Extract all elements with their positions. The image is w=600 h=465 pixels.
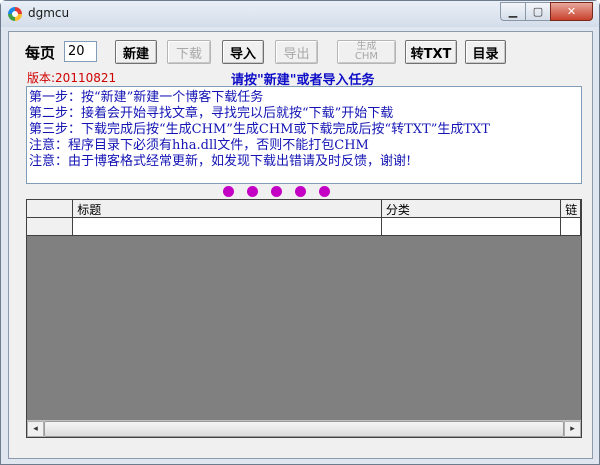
scroll-thumb[interactable] <box>44 421 564 437</box>
version-label: 版本:20110821 <box>27 71 117 85</box>
progress-dot <box>223 186 234 197</box>
instructions-textbox[interactable]: 第一步：按“新建”新建一个博客下载任务 第二步：接着会开始寻找文章，寻找完以后就… <box>26 86 582 184</box>
scroll-left-button[interactable]: ◂ <box>27 421 44 437</box>
minimize-button[interactable]: ▁ <box>500 2 526 21</box>
catalog-button[interactable]: 目录 <box>465 40 506 64</box>
category-cell[interactable] <box>381 218 562 236</box>
progress-dot <box>247 186 258 197</box>
column-header-category[interactable]: 分类 <box>381 200 562 218</box>
table-row[interactable] <box>27 218 581 236</box>
scroll-right-button[interactable]: ▸ <box>564 421 581 437</box>
progress-dot <box>295 186 306 197</box>
row-header-cell[interactable] <box>27 218 74 236</box>
window-title: dgmcu <box>28 6 70 20</box>
title-cell[interactable] <box>73 218 382 236</box>
per-page-input[interactable] <box>64 41 97 62</box>
download-button[interactable]: 下载 <box>167 40 211 64</box>
generate-chm-line2: CHM <box>354 51 379 62</box>
window-controls: ▁ ▢ ✕ <box>500 2 593 21</box>
instruction-line: 第三步：下载完成后按“生成CHM”生成CHM或下载完成后按“转TXT”生成TXT <box>29 122 490 137</box>
title-bar[interactable]: dgmcu ▁ ▢ ✕ <box>1 1 599 27</box>
generate-chm-button[interactable]: 生成 CHM <box>337 40 396 64</box>
progress-dot <box>271 186 282 197</box>
close-button[interactable]: ✕ <box>550 2 593 21</box>
column-header-link[interactable]: 链 <box>561 200 581 218</box>
link-cell[interactable] <box>561 218 581 236</box>
horizontal-scrollbar[interactable]: ◂ ▸ <box>27 420 581 437</box>
instruction-line: 注意：程序目录下必须有hha.dll文件，否则不能打包CHM <box>29 138 369 153</box>
grid-header: 标题 分类 链 <box>27 200 581 218</box>
column-header-title[interactable]: 标题 <box>73 200 382 218</box>
progress-dot <box>319 186 330 197</box>
import-button[interactable]: 导入 <box>222 40 264 64</box>
new-button[interactable]: 新建 <box>115 40 157 64</box>
to-txt-button[interactable]: 转TXT <box>405 40 457 64</box>
instruction-line: 第二步：接着会开始寻找文章，寻找完以后就按“下载”开始下载 <box>29 106 394 121</box>
progress-dots <box>223 186 343 197</box>
app-window: dgmcu ▁ ▢ ✕ 每页 新建 下载 导入 导出 生成 CHM 转TXT 目… <box>0 0 600 465</box>
client-area: 每页 新建 下载 导入 导出 生成 CHM 转TXT 目录 版本:2011082… <box>8 31 593 459</box>
maximize-button[interactable]: ▢ <box>525 2 551 21</box>
per-page-label: 每页 <box>25 44 56 62</box>
grid-corner-cell[interactable] <box>27 200 74 218</box>
app-icon <box>8 7 22 21</box>
instruction-line: 注意：由于博客格式经常更新，如发现下载出错请及时反馈，谢谢! <box>29 154 412 169</box>
task-grid[interactable]: 标题 分类 链 ◂ ▸ <box>26 199 582 438</box>
export-button[interactable]: 导出 <box>275 40 318 64</box>
instruction-line: 第一步：按“新建”新建一个博客下载任务 <box>29 90 264 105</box>
